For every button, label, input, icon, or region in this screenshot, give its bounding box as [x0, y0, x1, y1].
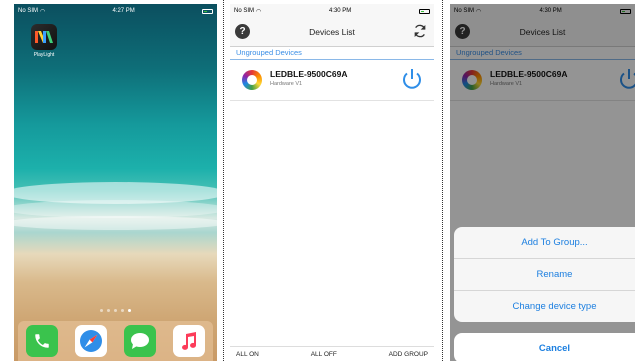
refresh-icon[interactable]: [412, 23, 428, 39]
device-subtitle: Hardware V1: [270, 81, 303, 87]
section-header: Ungrouped Devices: [230, 46, 434, 60]
carrier-label: No SIM: [18, 8, 39, 14]
home-screen: No SIM ◠ 4:27 PM PlayLight: [14, 4, 217, 361]
safari-app-icon[interactable]: [75, 325, 108, 357]
devices-list-screen: No SIM ◠ 4:30 PM ? Devices List Ungrouped…: [230, 4, 434, 361]
action-sheet-screen: No SIM ◠ 4:30 PM ? Devices List Ungrouped…: [450, 4, 635, 361]
all-off-button[interactable]: ALL OFF: [311, 351, 337, 358]
device-name: LEDBLE-9500C69A: [270, 69, 348, 79]
separator: [223, 0, 224, 361]
all-on-button[interactable]: ALL ON: [236, 351, 259, 358]
music-app-icon[interactable]: [172, 325, 205, 357]
rename-button[interactable]: Rename: [454, 258, 635, 290]
battery-icon: [419, 8, 430, 14]
change-device-type-button[interactable]: Change device type: [454, 290, 635, 322]
help-icon[interactable]: ?: [235, 24, 250, 39]
dock: [18, 321, 213, 361]
wifi-icon: ◠: [40, 8, 46, 15]
bottom-toolbar: ALL ON ALL OFF ADD GROUP: [230, 346, 434, 361]
bulb-color-icon: [242, 70, 262, 90]
status-time: 4:30 PM: [328, 8, 352, 14]
separator: [442, 0, 443, 361]
app-label: PlayLight: [33, 52, 55, 58]
page-indicator[interactable]: [14, 309, 217, 312]
phone-app-icon[interactable]: [26, 325, 59, 357]
nav-bar: ? Devices List: [230, 18, 434, 47]
playlight-app-icon[interactable]: [31, 24, 57, 50]
device-row[interactable]: LEDBLE-9500C69A Hardware V1: [230, 60, 434, 101]
messages-app-icon[interactable]: [123, 325, 156, 357]
carrier-label: No SIM: [234, 8, 255, 14]
status-bar: No SIM ◠ 4:30 PM: [230, 4, 434, 18]
add-to-group-button[interactable]: Add To Group...: [454, 227, 635, 258]
cancel-button[interactable]: Cancel: [454, 333, 635, 361]
wifi-icon: ◠: [256, 8, 262, 15]
status-time: 4:27 PM: [112, 8, 135, 14]
battery-icon: [202, 8, 213, 14]
page-title: Devices List: [309, 27, 355, 37]
status-bar: No SIM ◠ 4:27 PM: [14, 4, 217, 18]
add-group-button[interactable]: ADD GROUP: [389, 351, 428, 358]
power-icon[interactable]: [400, 67, 424, 91]
action-sheet: Add To Group... Rename Change device typ…: [454, 227, 635, 322]
